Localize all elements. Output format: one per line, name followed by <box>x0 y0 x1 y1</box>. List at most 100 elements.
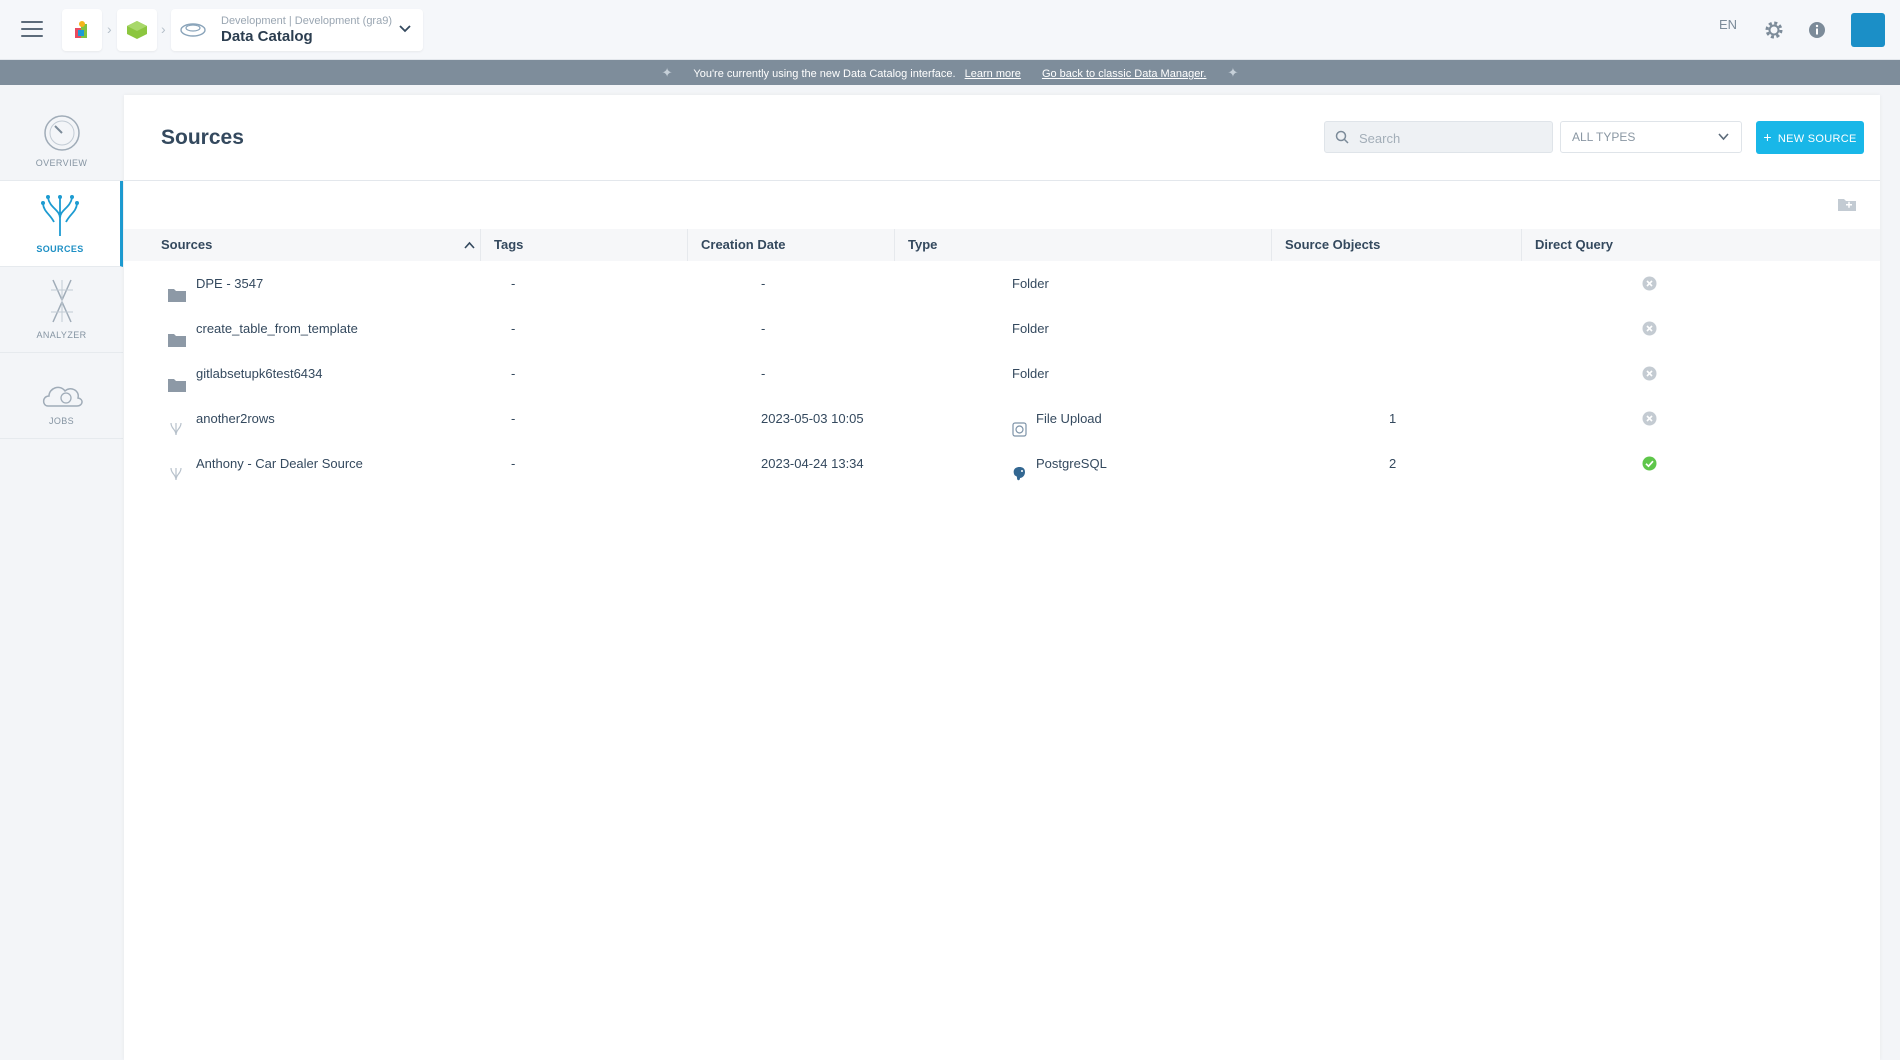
column-header-label: Sources <box>161 237 213 252</box>
source-name[interactable]: Anthony - Car Dealer Source <box>196 456 363 471</box>
page-title: Sources <box>161 126 244 149</box>
column-header-sources[interactable]: Sources <box>148 229 481 261</box>
type-label: Folder <box>1012 366 1049 381</box>
source-name[interactable]: create_table_from_template <box>196 321 358 336</box>
sparkle-icon: ✦ <box>661 65 673 80</box>
breadcrumb-title: Data Catalog <box>221 28 313 45</box>
type-cell: PostgreSQL <box>1012 441 1107 486</box>
column-header-creation-date[interactable]: Creation Date <box>688 229 895 261</box>
green-cube-icon <box>127 21 147 39</box>
sparkle-icon: ✦ <box>1227 65 1239 80</box>
column-header-type[interactable]: Type <box>895 229 1272 261</box>
source-objects-cell: 2 <box>1389 456 1397 471</box>
type-filter-value: ALL TYPES <box>1572 130 1636 144</box>
colorful-project-icon <box>75 21 87 38</box>
tags-cell: - <box>511 321 516 336</box>
creation-date-cell: - <box>761 276 766 291</box>
column-header-label: Source Objects <box>1285 237 1381 252</box>
sidebar-item-label: OVERVIEW <box>35 158 88 168</box>
source-icon <box>168 455 184 500</box>
creation-date-cell: 2023-04-24 13:34 <box>761 456 864 471</box>
source-name[interactable]: another2rows <box>196 411 275 426</box>
type-label: File Upload <box>1036 411 1102 426</box>
project-breadcrumb[interactable] <box>62 9 102 51</box>
sources-tree-icon <box>41 195 79 236</box>
type-cell: Folder <box>1012 261 1049 306</box>
postgresql-icon <box>1012 455 1027 500</box>
hamburger-icon[interactable] <box>21 21 43 37</box>
source-name-cell[interactable]: create_table_from_template <box>168 306 358 351</box>
data-catalog-icon <box>180 23 206 37</box>
catalog-breadcrumb[interactable]: Development | Development (gra9) Data Ca… <box>171 9 423 51</box>
column-header-source-objects[interactable]: Source Objects <box>1272 229 1522 261</box>
plus-icon: + <box>1763 129 1772 145</box>
sidebar-item-overview[interactable]: OVERVIEW <box>0 95 123 181</box>
sidebar-item-sources[interactable]: SOURCES <box>0 181 123 267</box>
table-row[interactable]: gitlabsetupk6test6434 - - Folder <box>124 351 1880 396</box>
direct-query-disabled-icon <box>1642 366 1657 381</box>
language-selector[interactable]: EN <box>1719 17 1737 32</box>
sort-ascending-icon[interactable] <box>464 241 475 249</box>
type-cell: File Upload <box>1012 396 1102 441</box>
type-cell: Folder <box>1012 306 1049 351</box>
source-name-cell[interactable]: another2rows <box>168 396 275 441</box>
source-name-cell[interactable]: Anthony - Car Dealer Source <box>168 441 363 486</box>
divider <box>124 180 1880 181</box>
table-row[interactable]: another2rows - 2023-05-03 10:05 File Upload… <box>124 396 1880 441</box>
column-header-label: Tags <box>494 237 524 252</box>
main-panel: Sources ALL TYPES + NEW SOURCE Sources Ta… <box>124 95 1880 1060</box>
table-row[interactable]: Anthony - Car Dealer Source - 2023-04-24 1… <box>124 441 1880 486</box>
column-header-tags[interactable]: Tags <box>481 229 688 261</box>
info-icon[interactable] <box>1808 21 1826 39</box>
interface-banner: ✦ You're currently using the new Data Ca… <box>0 60 1900 85</box>
direct-query-disabled-icon <box>1642 321 1657 336</box>
tags-cell: - <box>511 276 516 291</box>
source-name-cell[interactable]: DPE - 3547 <box>168 261 263 306</box>
new-source-label: NEW SOURCE <box>1777 133 1857 145</box>
creation-date-cell: 2023-05-03 10:05 <box>761 411 864 426</box>
tags-cell: - <box>511 456 516 471</box>
new-source-button[interactable]: + NEW SOURCE <box>1756 121 1864 154</box>
add-folder-icon[interactable] <box>1837 196 1857 212</box>
creation-date-cell: - <box>761 366 766 381</box>
gauge-icon <box>43 115 80 151</box>
type-label: PostgreSQL <box>1036 456 1107 471</box>
search-input[interactable] <box>1359 128 1539 148</box>
column-header-direct-query[interactable]: Direct Query <box>1522 229 1880 261</box>
sidebar-item-label: JOBS <box>48 416 75 426</box>
direct-query-enabled-icon <box>1642 456 1657 471</box>
source-name[interactable]: DPE - 3547 <box>196 276 263 291</box>
banner-text: You're currently using the new Data Cata… <box>693 68 956 80</box>
sidebar-item-analyzer[interactable]: ANALYZER <box>0 267 123 353</box>
table-row[interactable]: DPE - 3547 - - Folder <box>124 261 1880 306</box>
breadcrumb-separator: › <box>161 21 166 37</box>
chevron-down-icon <box>1718 133 1729 141</box>
chevron-down-icon[interactable] <box>399 25 411 33</box>
avatar[interactable] <box>1851 13 1885 47</box>
table-header: Sources Tags Creation Date Type Source O… <box>124 229 1880 261</box>
sidebar-item-label: ANALYZER <box>36 330 87 340</box>
sidebar-item-label: SOURCES <box>36 244 84 254</box>
source-name-cell[interactable]: gitlabsetupk6test6434 <box>168 351 322 396</box>
column-header-label: Type <box>908 237 938 252</box>
search-box[interactable] <box>1324 121 1553 153</box>
search-icon <box>1335 130 1349 144</box>
type-filter-select[interactable]: ALL TYPES <box>1560 121 1742 153</box>
table-row[interactable]: create_table_from_template - - Folder <box>124 306 1880 351</box>
creation-date-cell: - <box>761 321 766 336</box>
classic-data-manager-link[interactable]: Go back to classic Data Manager. <box>1042 68 1206 80</box>
app-breadcrumb[interactable] <box>117 9 157 51</box>
source-name[interactable]: gitlabsetupk6test6434 <box>196 366 322 381</box>
type-label: Folder <box>1012 276 1049 291</box>
sidebar-item-jobs[interactable]: JOBS <box>0 353 123 439</box>
direct-query-disabled-icon <box>1642 411 1657 426</box>
breadcrumb-subtitle: Development | Development (gra9) <box>221 15 392 27</box>
learn-more-link[interactable]: Learn more <box>965 68 1021 80</box>
direct-query-disabled-icon <box>1642 276 1657 291</box>
type-label: Folder <box>1012 321 1049 336</box>
gear-icon[interactable] <box>1763 19 1785 41</box>
top-bar: › › Development | Development (gra9) Dat… <box>0 0 1900 60</box>
source-objects-cell: 1 <box>1389 411 1397 426</box>
analyzer-icon <box>50 279 73 323</box>
sidebar: OVERVIEW SOURCES ANALYZER JOBS <box>0 95 123 440</box>
